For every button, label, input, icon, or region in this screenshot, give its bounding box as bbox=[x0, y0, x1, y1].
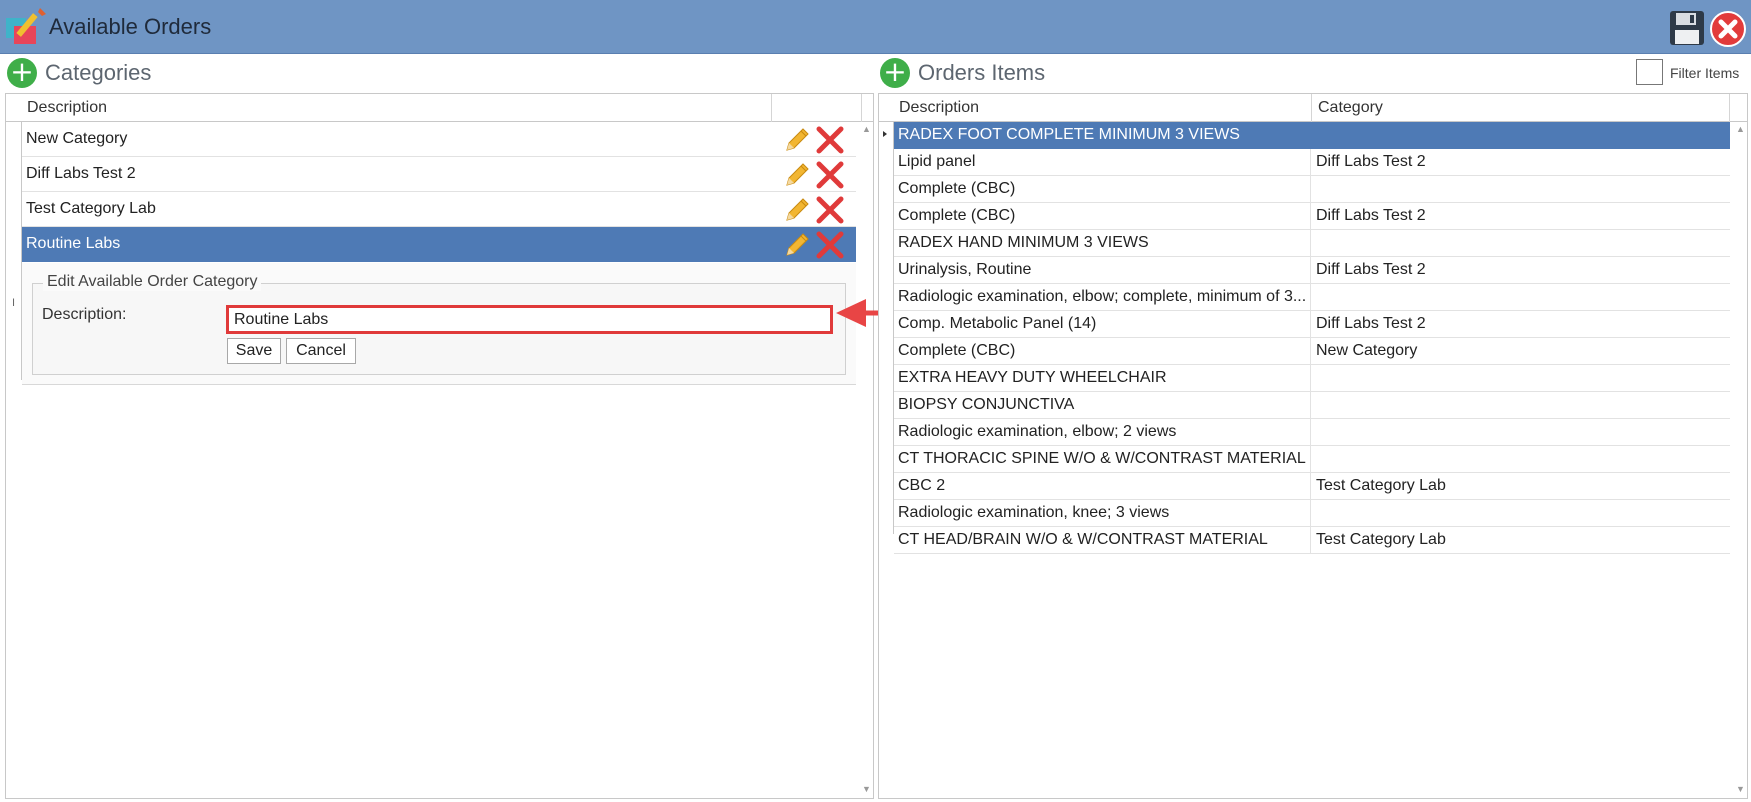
filter-items-label: Filter Items bbox=[1670, 65, 1740, 81]
category-label: Routine Labs bbox=[26, 235, 121, 252]
orders-grid: Description Category RADEX FOOT COMPLETE… bbox=[878, 93, 1748, 799]
order-category bbox=[1312, 230, 1730, 256]
edit-pencil-icon[interactable] bbox=[783, 126, 811, 154]
order-description: CT THORACIC SPINE W/O & W/CONTRAST MATER… bbox=[894, 446, 1311, 472]
delete-x-icon[interactable] bbox=[815, 230, 845, 260]
order-row[interactable]: CT THORACIC SPINE W/O & W/CONTRAST MATER… bbox=[894, 446, 1730, 473]
column-header-description[interactable]: Description bbox=[21, 94, 772, 122]
order-description: Complete (CBC) bbox=[894, 203, 1311, 229]
title-bar: Available Orders bbox=[0, 0, 1751, 54]
order-description: RADEX FOOT COMPLETE MINIMUM 3 VIEWS bbox=[894, 122, 1311, 148]
orders-header: + Orders Items bbox=[880, 56, 1045, 90]
cancel-button[interactable]: Cancel bbox=[286, 338, 356, 364]
order-category: Diff Labs Test 2 bbox=[1316, 315, 1426, 332]
floppy-disk-icon[interactable] bbox=[1669, 10, 1705, 46]
category-label: Test Category Lab bbox=[26, 200, 156, 217]
order-description: Comp. Metabolic Panel (14) bbox=[894, 311, 1311, 337]
category-row[interactable]: Diff Labs Test 2 bbox=[22, 157, 856, 192]
filter-items-checkbox[interactable] bbox=[1636, 59, 1663, 85]
order-row[interactable]: Radiologic examination, elbow; complete,… bbox=[894, 284, 1730, 311]
order-description: CBC 2 bbox=[894, 473, 1311, 499]
delete-x-icon[interactable] bbox=[815, 195, 845, 225]
categories-header: + Categories bbox=[7, 56, 151, 90]
order-category: Diff Labs Test 2 bbox=[1316, 153, 1426, 170]
orders-grid-header: Description Category bbox=[879, 94, 1747, 122]
order-description: Radiologic examination, knee; 3 views bbox=[894, 500, 1311, 526]
order-row[interactable]: BIOPSY CONJUNCTIVA bbox=[894, 392, 1730, 419]
scroll-up-arrow-icon[interactable]: ▲ bbox=[1736, 124, 1745, 134]
categories-grid-header: Description bbox=[6, 94, 873, 122]
order-description: EXTRA HEAVY DUTY WHEELCHAIR bbox=[894, 365, 1311, 391]
category-row[interactable]: New Category bbox=[22, 122, 856, 157]
order-row[interactable]: Urinalysis, Routine Diff Labs Test 2 bbox=[894, 257, 1730, 284]
save-button[interactable]: Save bbox=[227, 338, 281, 364]
description-input[interactable] bbox=[226, 305, 833, 334]
categories-grid: Description ▲ New Category Diff Labs Tes… bbox=[5, 93, 874, 799]
categories-title: Categories bbox=[45, 60, 152, 85]
order-description: RADEX HAND MINIMUM 3 VIEWS bbox=[894, 230, 1311, 256]
order-category bbox=[1312, 419, 1730, 445]
order-description: CT HEAD/BRAIN W/O & W/CONTRAST MATERIAL bbox=[894, 527, 1311, 553]
order-row[interactable]: Radiologic examination, elbow; 2 views bbox=[894, 419, 1730, 446]
edit-category-legend: Edit Available Order Category bbox=[43, 273, 262, 291]
order-description: Urinalysis, Routine bbox=[894, 257, 1311, 283]
order-row[interactable]: Complete (CBC) bbox=[894, 176, 1730, 203]
order-row[interactable]: CT HEAD/BRAIN W/O & W/CONTRAST MATERIAL … bbox=[894, 527, 1730, 554]
column-header-category[interactable]: Category bbox=[1312, 94, 1730, 122]
order-description: Radiologic examination, elbow; 2 views bbox=[894, 419, 1311, 445]
order-category: New Category bbox=[1316, 342, 1418, 359]
order-category: Test Category Lab bbox=[1316, 477, 1446, 494]
category-label: New Category bbox=[26, 130, 128, 147]
category-label: Diff Labs Test 2 bbox=[26, 165, 136, 182]
scroll-up-arrow-icon[interactable]: ▲ bbox=[862, 124, 871, 134]
order-category: Test Category Lab bbox=[1316, 531, 1446, 548]
order-category bbox=[1312, 500, 1730, 526]
order-row-selected[interactable]: RADEX FOOT COMPLETE MINIMUM 3 VIEWS bbox=[894, 122, 1730, 149]
edit-pencil-icon[interactable] bbox=[783, 196, 811, 224]
add-order-item-button[interactable]: + bbox=[880, 58, 910, 88]
order-row[interactable]: EXTRA HEAVY DUTY WHEELCHAIR bbox=[894, 365, 1730, 392]
order-row[interactable]: Complete (CBC) New Category bbox=[894, 338, 1730, 365]
app-order-icon bbox=[6, 8, 46, 44]
order-row[interactable]: CBC 2 Test Category Lab bbox=[894, 473, 1730, 500]
column-header-actions bbox=[772, 94, 862, 122]
edit-pencil-icon[interactable] bbox=[783, 161, 811, 189]
close-icon[interactable] bbox=[1709, 10, 1747, 48]
category-row-selected[interactable]: Routine Labs bbox=[22, 227, 856, 262]
order-row[interactable]: Lipid panel Diff Labs Test 2 bbox=[894, 149, 1730, 176]
order-row[interactable]: Complete (CBC) Diff Labs Test 2 bbox=[894, 203, 1730, 230]
order-category bbox=[1312, 284, 1730, 310]
current-row-indicator-icon bbox=[883, 131, 887, 137]
order-description: Complete (CBC) bbox=[894, 176, 1311, 202]
order-row[interactable]: Comp. Metabolic Panel (14) Diff Labs Tes… bbox=[894, 311, 1730, 338]
order-category bbox=[1312, 446, 1730, 472]
text-cursor-icon: I bbox=[12, 297, 16, 309]
window-title: Available Orders bbox=[49, 14, 212, 39]
add-category-button[interactable]: + bbox=[7, 58, 37, 88]
order-description: BIOPSY CONJUNCTIVA bbox=[894, 392, 1311, 418]
order-category: Diff Labs Test 2 bbox=[1316, 207, 1426, 224]
order-category bbox=[1312, 392, 1730, 418]
delete-x-icon[interactable] bbox=[815, 125, 845, 155]
edit-pencil-icon[interactable] bbox=[783, 231, 811, 259]
order-category: Diff Labs Test 2 bbox=[1316, 261, 1426, 278]
column-header-description[interactable]: Description bbox=[893, 94, 1312, 122]
delete-x-icon[interactable] bbox=[815, 160, 845, 190]
description-label: Description: bbox=[42, 306, 127, 323]
scroll-down-arrow-icon[interactable]: ▼ bbox=[862, 784, 871, 794]
order-description: Radiologic examination, elbow; complete,… bbox=[894, 284, 1311, 310]
order-description: Lipid panel bbox=[894, 149, 1311, 175]
orders-title: Orders Items bbox=[918, 60, 1046, 85]
scroll-down-arrow-icon[interactable]: ▼ bbox=[1736, 784, 1745, 794]
order-row[interactable]: RADEX HAND MINIMUM 3 VIEWS bbox=[894, 230, 1730, 257]
category-row[interactable]: Test Category Lab bbox=[22, 192, 856, 227]
order-category bbox=[1312, 365, 1730, 391]
order-category bbox=[1312, 122, 1730, 148]
order-description: Complete (CBC) bbox=[894, 338, 1311, 364]
order-row[interactable]: Radiologic examination, knee; 3 views bbox=[894, 500, 1730, 527]
order-category bbox=[1312, 176, 1730, 202]
